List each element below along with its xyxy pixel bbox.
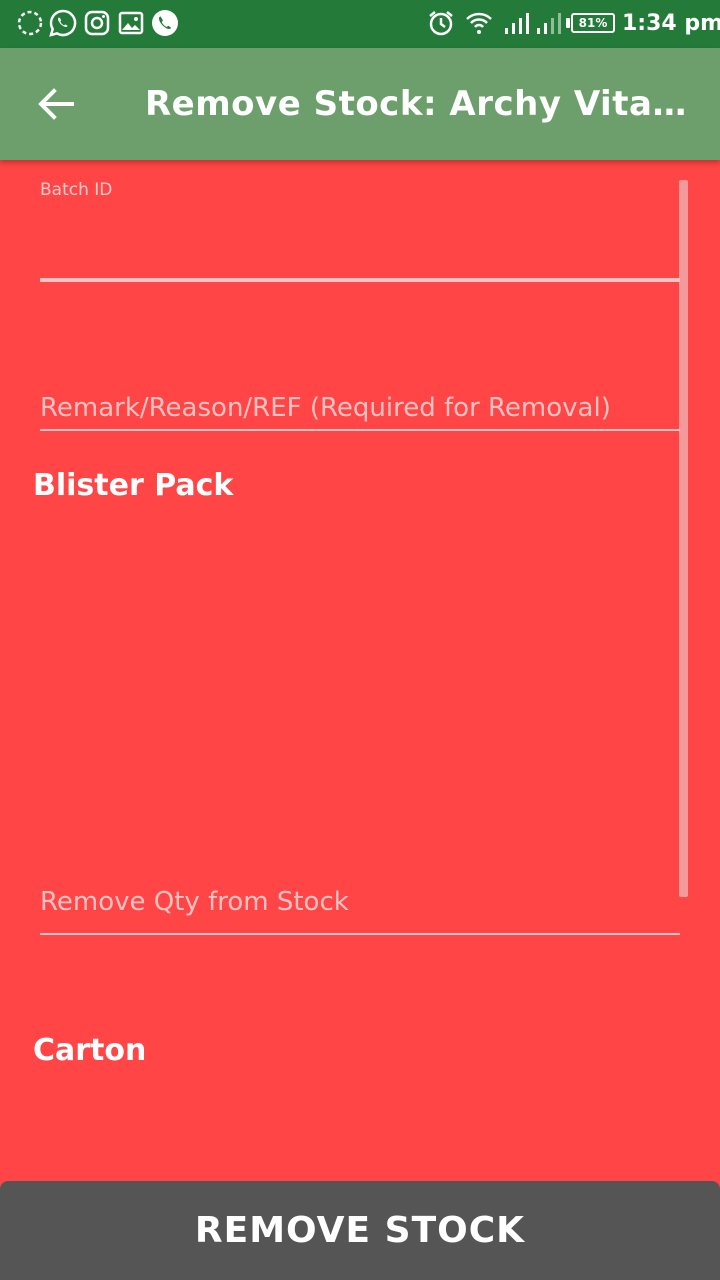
- status-clock: 1:34 pm: [622, 11, 720, 36]
- loading-ring-icon: [15, 8, 45, 38]
- signal-sim2-icon: [534, 8, 564, 38]
- batch-id-input[interactable]: [40, 210, 680, 270]
- carton-heading: Carton: [33, 1033, 147, 1068]
- wifi-icon: [464, 8, 494, 38]
- remove-qty-input-placeholder[interactable]: Remove Qty from Stock: [40, 882, 680, 922]
- status-bar: 81% 1:34 pm: [0, 0, 720, 48]
- batch-id-underline: [40, 278, 680, 282]
- arrow-back-icon: [38, 88, 74, 120]
- phone-call-icon: [150, 8, 180, 38]
- alarm-icon: [426, 8, 456, 38]
- remove-qty-underline: [40, 933, 680, 935]
- back-button[interactable]: [24, 76, 88, 132]
- scrollbar[interactable]: [679, 180, 688, 897]
- remove-stock-button[interactable]: REMOVE STOCK: [0, 1181, 720, 1280]
- battery-tip: [566, 18, 570, 28]
- signal-sim1-icon: [502, 8, 532, 38]
- batch-id-label: Batch ID: [40, 180, 113, 200]
- gallery-icon: [116, 8, 146, 38]
- app-bar: Remove Stock: Archy Vitamin...: [0, 48, 720, 160]
- instagram-icon: [82, 8, 112, 38]
- whatsapp-icon: [48, 8, 78, 38]
- page-title: Remove Stock: Archy Vitamin...: [145, 84, 690, 124]
- remark-underline: [40, 429, 680, 431]
- remove-stock-screen: 81% 1:34 pm Remove Stock: Archy Vitamin.…: [0, 0, 720, 1280]
- remark-input-placeholder[interactable]: Remark/Reason/REF (Required for Removal): [40, 388, 680, 428]
- battery-level: 81%: [571, 13, 615, 33]
- blister-pack-heading: Blister Pack: [33, 468, 234, 503]
